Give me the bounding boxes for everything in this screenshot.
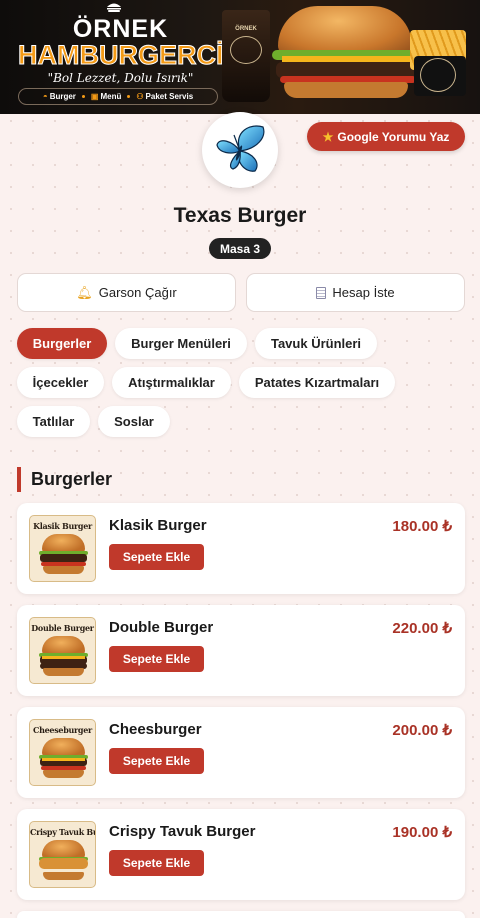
category-chip-icecekler[interactable]: İçecekler <box>17 367 104 398</box>
call-waiter-label: Garson Çağır <box>98 285 177 300</box>
banner-nav-delivery: ⚇ Paket Servis <box>136 92 193 101</box>
banner-nav: ◓ Burger ▣ Menü ⚇ Paket Servis <box>18 88 218 105</box>
fries-box-seal <box>420 58 456 92</box>
product-image: Cheeseburger <box>29 719 96 786</box>
product-image-caption: Klasik Burger <box>33 521 92 531</box>
call-waiter-button[interactable]: 🔔︎ Garson Çağır <box>17 273 236 312</box>
bell-icon: 🔔︎ <box>76 284 93 300</box>
image-patty <box>40 554 87 562</box>
product-image: Crispy Tavuk Burger <box>29 821 96 888</box>
product-card-partial[interactable] <box>17 911 465 918</box>
restaurant-avatar <box>202 112 278 188</box>
banner-nav-label: Menü <box>100 92 122 101</box>
product-name: Klasik Burger <box>109 517 207 534</box>
product-image: Klasik Burger <box>29 515 96 582</box>
request-bill-label: Hesap İste <box>332 285 395 300</box>
menu-icon: ▣ <box>90 92 99 101</box>
header-banner: ÖRNEK HAMBURGERCİ "Bol Lezzet, Dolu Isır… <box>0 0 480 114</box>
category-chip-soslar[interactable]: Soslar <box>98 406 170 437</box>
google-review-button[interactable]: ★ Google Yorumu Yaz <box>307 122 465 151</box>
banner-nav-label: Burger <box>49 92 76 101</box>
section-title: Burgerler <box>31 469 113 489</box>
banner-nav-label: Paket Servis <box>145 92 194 101</box>
burger-bottom-bun <box>284 82 408 98</box>
product-name: Double Burger <box>109 619 214 636</box>
product-price: 190.00 ₺ <box>392 824 452 841</box>
brand-logo: ÖRNEK HAMBURGERCİ "Bol Lezzet, Dolu Isır… <box>18 6 225 85</box>
burger-icon: ◓ <box>42 92 48 101</box>
product-card[interactable]: Cheeseburger Cheesburger 200.00 ₺ Sepete… <box>17 707 465 798</box>
burger-image <box>278 6 412 56</box>
product-image-caption: Cheeseburger <box>33 725 92 735</box>
image-cheese <box>42 656 85 659</box>
google-review-label: Google Yorumu Yaz <box>337 129 450 144</box>
add-to-cart-button[interactable]: Sepete Ekle <box>109 850 204 876</box>
category-chip-burger-menuleri[interactable]: Burger Menüleri <box>115 328 247 359</box>
add-to-cart-button[interactable]: Sepete Ekle <box>109 748 204 774</box>
section-accent-bar <box>17 467 21 492</box>
cup-text: ÖRNEK <box>235 26 257 32</box>
banner-nav-burger: ◓ Burger <box>43 92 76 101</box>
category-chip-tavuk-urunleri[interactable]: Tavuk Ürünleri <box>255 328 377 359</box>
product-card[interactable]: Crispy Tavuk Burger Crispy Tavuk Burger … <box>17 809 465 900</box>
nav-separator <box>127 95 131 98</box>
scooter-icon: ⚇ <box>136 92 144 101</box>
burger-logo-icon <box>107 3 121 12</box>
table-badge: Masa 3 <box>209 238 271 259</box>
product-price: 220.00 ₺ <box>392 620 452 637</box>
add-to-cart-button[interactable]: Sepete Ekle <box>109 544 204 570</box>
brand-line-2: HAMBURGERCİ <box>18 40 225 70</box>
product-image-caption: Crispy Tavuk Burger <box>30 827 95 837</box>
product-name: Cheesburger <box>109 721 202 738</box>
product-image: Double Burger <box>29 617 96 684</box>
banner-nav-menu: ▣ Menü <box>91 92 121 101</box>
butterfly-icon <box>216 125 265 172</box>
image-chicken-patty <box>39 858 88 869</box>
product-card[interactable]: Klasik Burger Klasik Burger 180.00 ₺ Sep… <box>17 503 465 594</box>
category-chip-burgerler[interactable]: Burgerler <box>17 328 107 359</box>
receipt-icon <box>316 286 327 299</box>
product-price: 200.00 ₺ <box>392 722 452 739</box>
image-cheese <box>42 758 85 761</box>
star-icon: ★ <box>322 129 334 144</box>
brand-slogan: "Bol Lezzet, Dolu Isırık" <box>47 71 194 85</box>
product-name: Crispy Tavuk Burger <box>109 823 256 840</box>
category-chip-atistirmaliklar[interactable]: Atıştırmalıklar <box>112 367 231 398</box>
cup-seal <box>230 36 262 64</box>
product-price: 180.00 ₺ <box>392 518 452 535</box>
image-bottom-bun <box>43 872 84 880</box>
image-bottom-bun <box>43 566 84 574</box>
brand-line-1: ÖRNEK <box>72 15 169 43</box>
add-to-cart-button[interactable]: Sepete Ekle <box>109 646 204 672</box>
category-chip-patates[interactable]: Patates Kızartmaları <box>239 367 395 398</box>
image-bottom-bun <box>43 668 84 676</box>
product-image-caption: Double Burger <box>31 623 94 633</box>
request-bill-button[interactable]: Hesap İste <box>246 273 465 312</box>
category-chip-tatlilar[interactable]: Tatlılar <box>17 406 90 437</box>
restaurant-name: Texas Burger <box>173 204 307 227</box>
image-bottom-bun <box>43 770 84 778</box>
product-card[interactable]: Double Burger Double Burger 220.00 ₺ Sep… <box>17 605 465 696</box>
nav-separator <box>81 95 85 98</box>
